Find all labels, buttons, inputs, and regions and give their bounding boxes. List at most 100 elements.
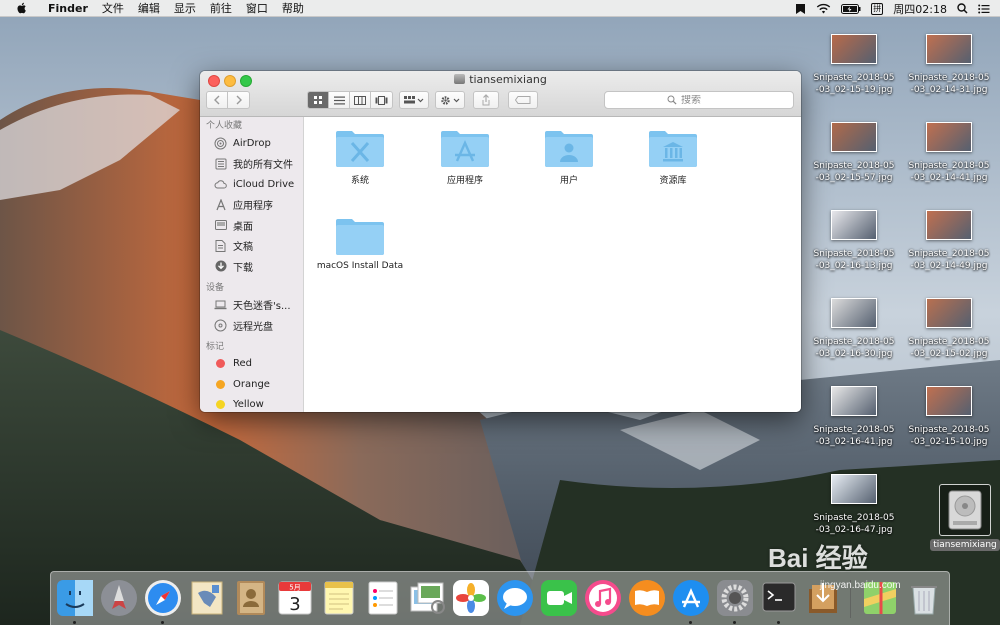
desktop-file-icon[interactable]: Snipaste_2018-05 -03_02-15-57.jpg <box>807 122 901 184</box>
apple-menu-icon[interactable] <box>15 1 29 15</box>
folder-users[interactable]: 用户 <box>519 128 619 186</box>
menu-clock[interactable]: 周四02:18 <box>893 0 947 17</box>
trash-icon[interactable] <box>905 579 943 617</box>
sidebar-item-label: 文稿 <box>233 242 253 254</box>
arrange-button[interactable] <box>399 91 429 109</box>
bookmark-menu-icon[interactable] <box>795 0 806 17</box>
sidebar-header-favorites: 个人收藏 <box>206 121 243 131</box>
menu-app-name[interactable]: Finder <box>41 0 95 17</box>
sidebar-item-label: Yellow <box>233 399 264 411</box>
search-field[interactable] <box>604 91 794 109</box>
sidebar-item-airdrop[interactable]: AirDrop <box>200 133 303 154</box>
terminal-icon[interactable] <box>760 579 798 624</box>
desktop-file-icon[interactable]: Snipaste_2018-05 -03_02-15-02.jpg <box>902 298 996 360</box>
sidebar-item-tag-orange[interactable]: Orange <box>200 374 303 395</box>
finder-content: 系统 应用程序 用户 资源库 macOS Install Data <box>305 118 801 412</box>
safari-icon[interactable] <box>144 579 182 624</box>
system-preferences-icon[interactable] <box>716 579 754 624</box>
notes-icon[interactable] <box>320 579 358 617</box>
image-thumbnail-icon <box>926 210 972 240</box>
back-button[interactable] <box>207 92 228 108</box>
running-indicator <box>73 621 76 624</box>
input-method-icon[interactable]: 拼 <box>871 0 884 17</box>
desktop-file-icon[interactable]: Snipaste_2018-05 -03_02-14-31.jpg <box>902 34 996 96</box>
sidebar-item-downloads[interactable]: 下载 <box>200 256 303 277</box>
applications-icon <box>214 198 227 211</box>
folder-icon <box>336 219 384 255</box>
image-thumbnail-icon <box>831 386 877 416</box>
applications-folder-icon <box>441 131 489 167</box>
column-view-button[interactable] <box>350 92 371 108</box>
desktop-file-icon[interactable]: Snipaste_2018-05 -03_02-14-49.jpg <box>902 210 996 272</box>
navigation-buttons <box>206 91 250 109</box>
app-store-icon[interactable] <box>672 579 710 624</box>
forward-button[interactable] <box>228 92 249 108</box>
calendar-icon[interactable]: 5月 3 <box>276 579 314 617</box>
sidebar-item-icloud-drive[interactable]: iCloud Drive <box>200 174 303 195</box>
folder-library[interactable]: 资源库 <box>623 128 723 186</box>
sidebar-item-documents[interactable]: 文稿 <box>200 236 303 257</box>
sidebar-item-this-mac[interactable]: 天色迷香's... <box>200 295 303 316</box>
mail-icon[interactable] <box>188 579 226 617</box>
sidebar-item-applications[interactable]: 应用程序 <box>200 195 303 216</box>
sidebar-item-desktop[interactable]: 桌面 <box>200 215 303 236</box>
menu-file[interactable]: 文件 <box>95 0 131 17</box>
sidebar-header-devices: 设备 <box>206 282 225 293</box>
share-button[interactable] <box>473 91 499 109</box>
menu-window[interactable]: 窗口 <box>239 0 275 17</box>
image-thumbnail-icon <box>926 122 972 152</box>
facetime-icon[interactable] <box>540 579 578 617</box>
itunes-icon[interactable] <box>584 579 622 617</box>
menu-go[interactable]: 前往 <box>203 0 239 17</box>
running-indicator <box>777 621 780 624</box>
image-thumbnail-icon <box>831 210 877 240</box>
sidebar-item-tag-red[interactable]: Red <box>200 354 303 375</box>
cover-flow-button[interactable] <box>371 92 392 108</box>
notification-center-icon[interactable] <box>978 0 990 17</box>
desktop-file-icon[interactable]: Snipaste_2018-05 -03_02-15-10.jpg <box>902 386 996 448</box>
spotlight-search-icon[interactable] <box>957 0 968 17</box>
users-folder-icon <box>545 131 593 167</box>
gear-icon <box>441 95 460 105</box>
desktop-file-icon[interactable]: Snipaste_2018-05 -03_02-16-30.jpg <box>807 298 901 360</box>
list-icon <box>333 96 345 104</box>
photos-icon[interactable] <box>452 579 490 617</box>
sidebar-item-tag-yellow[interactable]: Yellow <box>200 395 303 413</box>
desktop-file-icon[interactable]: Snipaste_2018-05 -03_02-14-41.jpg <box>902 122 996 184</box>
desktop-file-icon[interactable]: Snipaste_2018-05 -03_02-16-47.jpg <box>807 474 901 536</box>
folder-applications[interactable]: 应用程序 <box>415 128 515 186</box>
desktop-file-label: Snipaste_2018-05 -03_02-14-31.jpg <box>908 73 990 95</box>
menu-view[interactable]: 显示 <box>167 0 203 17</box>
cloud-icon <box>214 178 227 191</box>
sidebar-item-all-files[interactable]: 我的所有文件 <box>200 154 303 175</box>
desktop-file-icon[interactable]: Snipaste_2018-05 -03_02-15-19.jpg <box>807 34 901 96</box>
image-thumbnail-icon <box>926 298 972 328</box>
sidebar-item-label: Orange <box>233 378 270 390</box>
reminders-icon[interactable] <box>364 579 402 617</box>
tag-button[interactable] <box>508 91 538 109</box>
sidebar-item-label: iCloud Drive <box>233 178 295 190</box>
list-view-button[interactable] <box>329 92 350 108</box>
menu-help[interactable]: 帮助 <box>275 0 311 17</box>
action-button[interactable] <box>435 91 465 109</box>
icon-view-button[interactable] <box>308 92 329 108</box>
desktop-file-icon[interactable]: Snipaste_2018-05 -03_02-16-13.jpg <box>807 210 901 272</box>
sidebar-item-label: 远程光盘 <box>233 321 273 333</box>
desktop-hard-disk[interactable]: tiansemixiang <box>930 484 1000 551</box>
folder-label: 系统 <box>350 176 369 186</box>
finder-icon[interactable] <box>56 579 94 624</box>
contacts-icon[interactable] <box>232 579 270 617</box>
battery-icon[interactable] <box>841 0 861 17</box>
wifi-icon[interactable] <box>816 0 831 17</box>
menu-edit[interactable]: 编辑 <box>131 0 167 17</box>
desktop-file-icon[interactable]: Snipaste_2018-05 -03_02-16-41.jpg <box>807 386 901 448</box>
messages-icon[interactable] <box>496 579 534 617</box>
sidebar-item-label: 天色迷香's... <box>233 301 291 313</box>
launchpad-icon[interactable] <box>100 579 138 617</box>
preview-icon[interactable] <box>408 579 446 617</box>
sidebar-item-remote-disc[interactable]: 远程光盘 <box>200 315 303 336</box>
search-input[interactable] <box>681 94 731 106</box>
ibooks-icon[interactable] <box>628 579 666 617</box>
folder-system[interactable]: 系统 <box>310 128 410 186</box>
folder-macos-install-data[interactable]: macOS Install Data <box>310 216 410 271</box>
